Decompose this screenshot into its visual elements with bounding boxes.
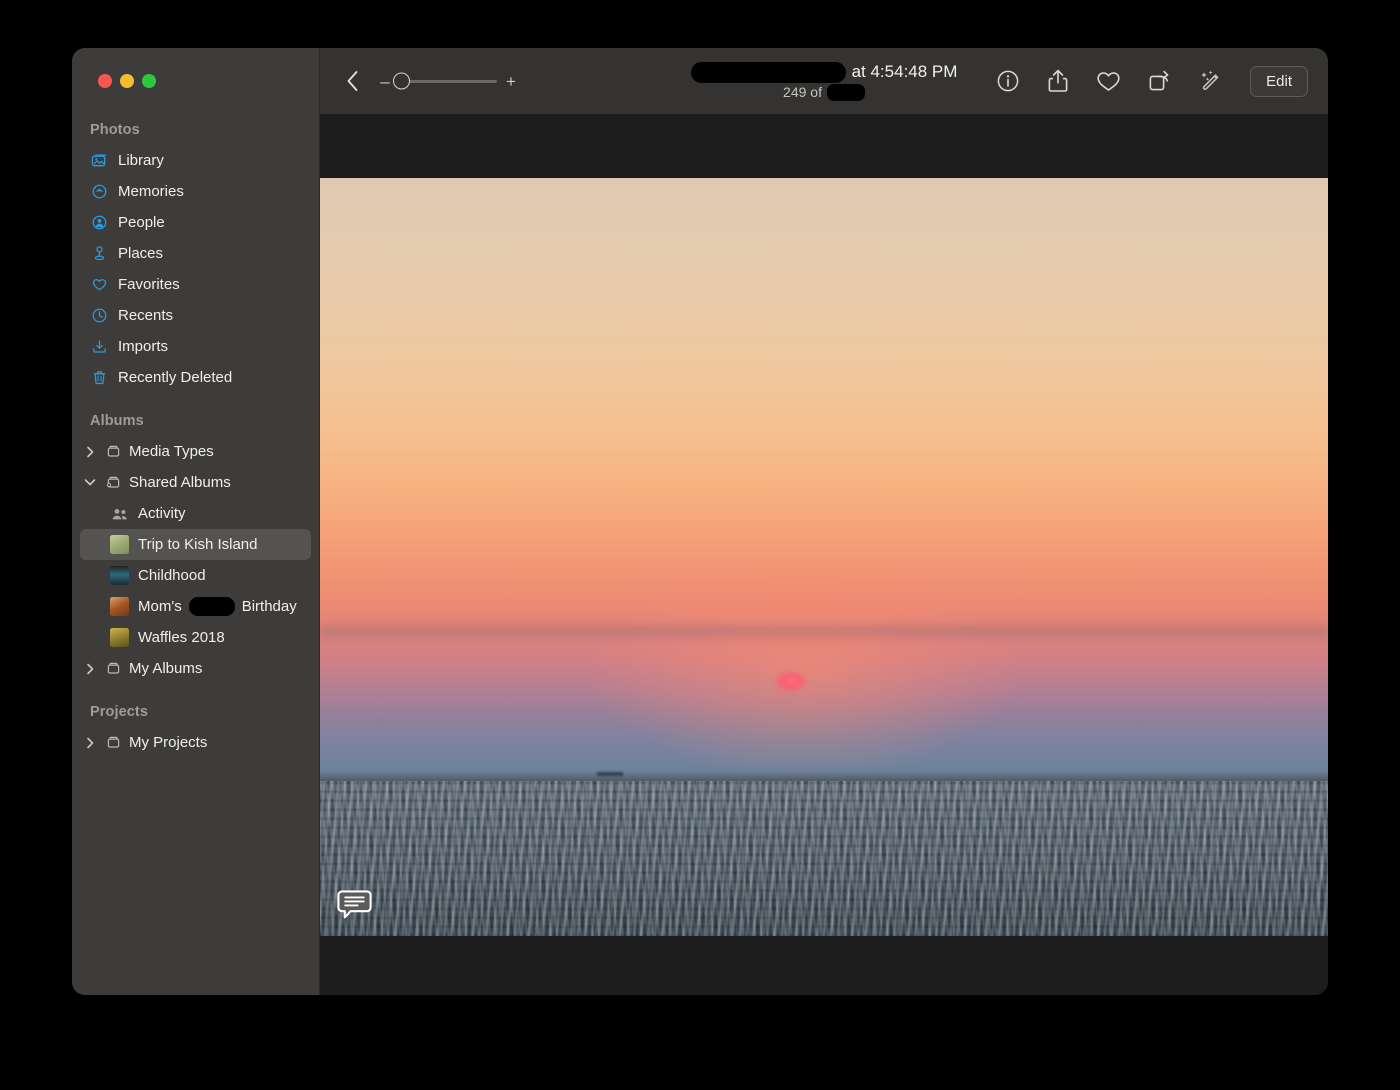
sidebar-item-shared-albums[interactable]: Shared Albums: [80, 467, 311, 498]
sidebar-item-label: Memories: [118, 183, 184, 200]
sidebar-item-childhood[interactable]: Childhood: [80, 560, 311, 591]
activity-people-icon: [110, 504, 129, 523]
zoom-in-label[interactable]: +: [506, 73, 516, 90]
sidebar-item-people[interactable]: People: [80, 207, 311, 238]
toolbar: – + at 4:54:48 PM 249 of Edit: [320, 48, 1328, 114]
sidebar-item-label-prefix: Mom's: [138, 598, 182, 615]
cloud-band: [320, 621, 1328, 644]
zoom-slider-knob[interactable]: [393, 72, 410, 90]
chevron-down-icon[interactable]: [82, 478, 98, 487]
sidebar-item-label: My Projects: [129, 734, 208, 751]
shared-folder-icon: [104, 473, 123, 492]
clock-icon: [90, 306, 109, 325]
folder-icon: [104, 733, 123, 752]
sidebar-item-label: Media Types: [129, 443, 214, 460]
sidebar-item-label: Activity: [138, 505, 186, 522]
edit-button[interactable]: Edit: [1250, 65, 1308, 97]
sidebar-item-moms-birthday[interactable]: Mom's Birthday: [80, 591, 311, 622]
sidebar-item-label: Shared Albums: [129, 474, 231, 491]
sidebar-item-label: Recents: [118, 307, 174, 324]
trash-icon: [90, 368, 109, 387]
share-icon[interactable]: [1046, 68, 1070, 94]
sidebar-item-label: Waffles 2018: [138, 629, 225, 646]
sidebar-item-label: Imports: [118, 338, 169, 355]
sidebar-item-favorites[interactable]: Favorites: [80, 269, 311, 300]
sidebar-item-waffles-2018[interactable]: Waffles 2018: [80, 622, 311, 653]
sidebar-item-library[interactable]: Library: [80, 145, 311, 176]
memories-icon: [90, 182, 109, 201]
auto-enhance-icon[interactable]: [1198, 69, 1224, 93]
main-area: – + at 4:54:48 PM 249 of Edit: [320, 48, 1328, 995]
sidebar-item-recently-deleted[interactable]: Recently Deleted: [80, 362, 311, 393]
zoom-slider[interactable]: – +: [380, 72, 516, 90]
sidebar-item-places[interactable]: Places: [80, 238, 311, 269]
album-thumbnail: [110, 535, 129, 554]
import-icon: [90, 337, 109, 356]
zoom-slider-track[interactable]: [393, 72, 497, 90]
sidebar-section-projects: Projects: [90, 704, 149, 720]
sidebar-item-label: Recently Deleted: [118, 369, 233, 386]
sidebar-section-photos: Photos: [90, 122, 140, 138]
comment-bubble-icon[interactable]: [337, 890, 372, 919]
library-icon: [90, 151, 109, 170]
sea-surface: [320, 780, 1328, 936]
toolbar-actions: Edit: [996, 65, 1314, 97]
sidebar-item-my-albums[interactable]: My Albums: [80, 653, 311, 684]
photo-subtitle: 249 of: [783, 83, 865, 101]
zoom-out-label[interactable]: –: [380, 73, 390, 90]
traffic-lights: [72, 48, 319, 88]
album-thumbnail: [110, 628, 129, 647]
sidebar-item-label: Places: [118, 245, 164, 262]
places-icon: [90, 244, 109, 263]
info-icon[interactable]: [996, 69, 1020, 93]
sun: [775, 672, 806, 692]
redaction-mark: [690, 61, 846, 83]
heart-icon[interactable]: [1096, 70, 1121, 93]
redaction-mark: [188, 597, 235, 616]
photo-title: at 4:54:48 PM: [690, 61, 958, 83]
sidebar-item-label: Library: [118, 152, 164, 169]
sidebar-item-label-suffix: Birthday: [241, 598, 297, 615]
maximize-button[interactable]: [142, 74, 156, 88]
photo-viewer: [320, 114, 1328, 995]
sidebar-item-recents[interactable]: Recents: [80, 300, 311, 331]
sidebar-item-my-projects[interactable]: My Projects: [80, 727, 311, 758]
photo-image: [320, 178, 1328, 936]
people-icon: [90, 213, 109, 232]
sidebar-item-activity[interactable]: Activity: [80, 498, 311, 529]
chevron-right-icon[interactable]: [82, 446, 98, 458]
album-thumbnail: [110, 597, 129, 616]
minimize-button[interactable]: [120, 74, 134, 88]
sidebar-item-label: People: [118, 214, 165, 231]
sidebar-section-albums: Albums: [90, 413, 144, 429]
chevron-right-icon[interactable]: [82, 737, 98, 749]
folder-icon: [104, 659, 123, 678]
sidebar-item-imports[interactable]: Imports: [80, 331, 311, 362]
sidebar-item-media-types[interactable]: Media Types: [80, 436, 311, 467]
photo-title-time: at 4:54:48 PM: [851, 62, 958, 81]
rotate-icon[interactable]: [1147, 69, 1172, 93]
photos-window: Photos Library Memories People Places Fa…: [72, 48, 1328, 995]
photo-container[interactable]: [320, 178, 1328, 936]
distant-ship: [597, 771, 624, 776]
sidebar-item-memories[interactable]: Memories: [80, 176, 311, 207]
album-thumbnail: [110, 566, 129, 585]
redaction-mark: [826, 83, 865, 101]
sidebar-item-label: My Albums: [129, 660, 203, 677]
heart-icon: [90, 275, 109, 294]
sidebar-item-label: Childhood: [138, 567, 206, 584]
photo-index-count: 249 of: [783, 84, 822, 100]
folder-icon: [104, 442, 123, 461]
chevron-right-icon[interactable]: [82, 663, 98, 675]
sidebar: Photos Library Memories People Places Fa…: [72, 48, 320, 995]
sidebar-item-label: Trip to Kish Island: [138, 536, 258, 553]
sidebar-item-label: Favorites: [118, 276, 180, 293]
close-button[interactable]: [98, 74, 112, 88]
sidebar-item-trip-to-kish-island[interactable]: Trip to Kish Island: [80, 529, 311, 560]
back-button[interactable]: [340, 66, 366, 96]
